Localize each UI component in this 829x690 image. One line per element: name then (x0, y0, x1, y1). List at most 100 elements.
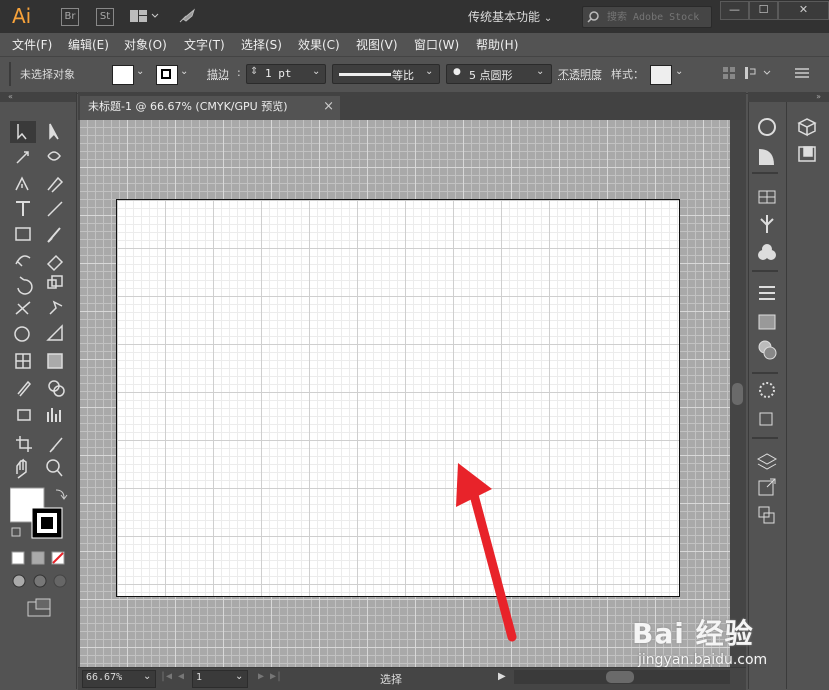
paintbrush-tool-icon[interactable] (48, 228, 60, 242)
color-mode-button[interactable] (12, 552, 24, 564)
rotate-tool-icon[interactable] (18, 277, 32, 294)
stroke-panel-icon[interactable] (759, 287, 775, 299)
column-graph-tool-icon[interactable] (48, 408, 60, 422)
layers-panel-icon[interactable] (758, 454, 776, 469)
gpu-performance-button[interactable] (178, 8, 196, 24)
default-fill-stroke-icon[interactable] (12, 528, 20, 536)
document-tab[interactable]: 未标题-1 @ 66.67% (CMYK/GPU 预览) × (80, 96, 340, 120)
libraries-panel-icon[interactable] (799, 119, 815, 135)
workspace-switcher[interactable]: 传统基本功能 ⌄ (468, 8, 552, 25)
stroke-dropdown-icon[interactable]: ⌄ (180, 66, 188, 77)
draw-inside-icon[interactable] (54, 575, 66, 587)
symbol-sprayer-tool-icon[interactable] (18, 410, 30, 420)
direct-selection-tool-icon[interactable] (50, 124, 58, 139)
shape-builder-tool-icon[interactable] (15, 327, 29, 341)
hand-tool-icon[interactable] (17, 460, 26, 478)
eyedropper-tool-icon[interactable] (18, 382, 30, 396)
shaper-tool-icon[interactable] (16, 256, 30, 266)
perspective-grid-tool-icon[interactable] (48, 326, 62, 340)
watermark-url: jingyan.baidu.com (638, 652, 767, 668)
graphic-style-dropdown-icon[interactable]: ⌄ (675, 66, 683, 77)
align-button[interactable] (722, 66, 736, 80)
minimize-button[interactable]: — (720, 1, 749, 20)
graphic-styles-panel-icon[interactable] (760, 413, 772, 425)
stepper-icon[interactable]: ⇕ (250, 66, 258, 77)
swap-fill-stroke-icon[interactable] (56, 490, 67, 499)
stock-button[interactable]: St (96, 8, 114, 26)
gradient-tool-icon[interactable] (48, 354, 62, 368)
puppet-warp-tool-icon[interactable] (50, 302, 62, 314)
status-tool-name: 选择 (380, 671, 402, 687)
menu-window[interactable]: 窗口(W) (414, 36, 459, 53)
stroke-weight-value: 1 pt (265, 67, 292, 80)
appearance-panel-icon[interactable] (760, 383, 774, 397)
search-input[interactable] (605, 9, 709, 26)
brushes-panel-icon[interactable] (761, 215, 773, 233)
rectangle-tool-icon[interactable] (16, 228, 30, 240)
chevron-down-icon: ⌄ (143, 671, 151, 682)
hamburger-icon (795, 67, 809, 79)
menu-object[interactable]: 对象(O) (124, 36, 167, 53)
zoom-field[interactable]: 66.67% ⌄ (82, 670, 156, 688)
chevron-down-icon: ⌄ (312, 66, 320, 77)
control-bar-grip[interactable] (9, 62, 11, 86)
menu-effect[interactable]: 效果(C) (298, 36, 340, 53)
artboard-tool-icon[interactable] (16, 436, 32, 452)
menu-select[interactable]: 选择(S) (241, 36, 282, 53)
curvature-tool-icon[interactable] (48, 178, 62, 192)
draw-normal-icon[interactable] (13, 575, 25, 587)
status-menu-icon[interactable]: ▶ (498, 671, 506, 682)
gradient-panel-icon[interactable] (759, 315, 775, 329)
color-panel-icon[interactable] (759, 119, 775, 135)
stock-search[interactable] (582, 6, 712, 28)
menu-edit[interactable]: 编辑(E) (68, 36, 109, 53)
horizontal-scroll-thumb[interactable] (606, 671, 634, 683)
next-artboard-button[interactable]: ▶ ▶| (258, 671, 282, 682)
dock2-icon-column (795, 115, 819, 165)
arrange-documents-icon (129, 9, 159, 23)
transform-button[interactable] (744, 66, 774, 80)
graphic-style-swatch[interactable] (650, 65, 672, 85)
slice-tool-icon[interactable] (50, 438, 62, 452)
gradient-mode-button[interactable] (32, 552, 44, 564)
artboard-number: 1 (196, 672, 202, 683)
menu-type[interactable]: 文字(T) (184, 36, 225, 53)
lasso-tool-icon[interactable] (48, 152, 60, 160)
brush-definition[interactable]: ● 5 点圆形 ⌄ (446, 64, 552, 84)
opacity-panel-link[interactable]: 不透明度 (558, 66, 602, 82)
stroke-panel-link[interactable]: 描边 (207, 66, 229, 82)
eraser-tool-icon[interactable] (48, 256, 62, 270)
width-tool-icon[interactable] (16, 302, 30, 314)
first-artboard-button[interactable]: |◀ ◀ (160, 671, 184, 682)
variable-width-profile[interactable]: 等比 ⌄ (332, 64, 440, 84)
artboard-navigator[interactable]: 1 ⌄ (192, 670, 248, 688)
fill-dropdown-icon[interactable]: ⌄ (136, 66, 144, 77)
dock-collapse-icon[interactable]: » (748, 92, 829, 102)
annotation-arrow (440, 455, 530, 645)
arrange-documents-button[interactable] (129, 9, 159, 23)
menu-help[interactable]: 帮助(H) (476, 36, 518, 53)
menu-view[interactable]: 视图(V) (356, 36, 398, 53)
menu-file[interactable]: 文件(F) (12, 36, 52, 53)
pen-tool-icon[interactable] (16, 178, 28, 190)
fill-swatch[interactable] (112, 65, 134, 85)
type-tool-icon[interactable] (16, 202, 30, 216)
close-window-button[interactable]: ✕ (778, 1, 829, 20)
close-tab-icon[interactable]: × (323, 96, 334, 118)
vertical-scroll-thumb[interactable] (732, 383, 743, 405)
app-logo: Ai (12, 4, 31, 28)
maximize-button[interactable]: ☐ (749, 1, 778, 20)
color-guide-panel-icon[interactable] (759, 149, 774, 165)
stroke-swatch[interactable] (156, 65, 178, 85)
line-tool-icon[interactable] (48, 202, 62, 216)
panel-menu-button[interactable] (795, 67, 809, 79)
document-tab-title: 未标题-1 @ 66.67% (CMYK/GPU 预览) (88, 100, 288, 113)
tools-collapse-icon[interactable]: « (0, 92, 76, 102)
zoom-value: 66.67% (86, 672, 122, 683)
magic-wand-tool-icon[interactable] (17, 152, 28, 163)
bridge-button[interactable]: Br (61, 8, 79, 26)
artboard[interactable] (116, 199, 680, 597)
stroke-weight-field[interactable]: ⇕ 1 pt ⌄ (246, 64, 326, 84)
tools-grid (10, 118, 72, 628)
draw-behind-icon[interactable] (34, 575, 46, 587)
